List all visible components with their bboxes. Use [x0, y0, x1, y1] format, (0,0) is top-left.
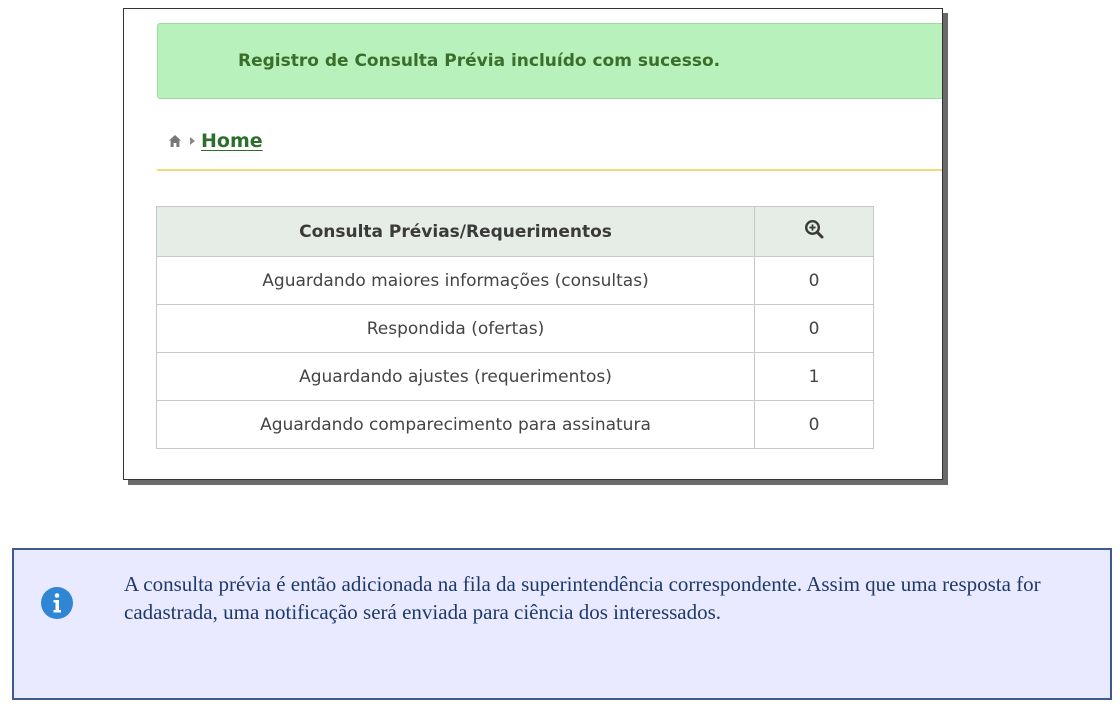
success-alert-message: Registro de Consulta Prévia incluído com…: [238, 51, 721, 71]
home-icon[interactable]: [168, 134, 182, 148]
breadcrumb-home-link[interactable]: Home: [201, 130, 263, 152]
info-icon: [40, 586, 74, 620]
row-label: Aguardando ajustes (requerimentos): [156, 352, 755, 401]
screenshot-frame: Registro de Consulta Prévia incluído com…: [123, 8, 943, 480]
zoom-in-icon[interactable]: [804, 219, 824, 244]
breadcrumb-separator-icon: [190, 137, 195, 145]
row-label: Respondida (ofertas): [156, 304, 755, 353]
column-header-consultas: Consulta Prévias/Requerimentos: [156, 206, 755, 257]
info-note-text: A consulta prévia é então adicionada na …: [124, 572, 1041, 624]
row-label: Aguardando comparecimento para assinatur…: [156, 400, 755, 449]
status-table: Consulta Prévias/Requerimentos Aguardand…: [156, 206, 874, 449]
row-count[interactable]: 0: [754, 256, 874, 305]
table-row[interactable]: Aguardando maiores informações (consulta…: [156, 256, 874, 305]
breadcrumb: Home: [168, 127, 263, 155]
success-alert: Registro de Consulta Prévia incluído com…: [157, 23, 942, 99]
row-label: Aguardando maiores informações (consulta…: [156, 256, 755, 305]
page: Registro de Consulta Prévia incluído com…: [0, 0, 1120, 712]
table-row[interactable]: Respondida (ofertas) 0: [156, 304, 874, 353]
table-row[interactable]: Aguardando ajustes (requerimentos) 1: [156, 352, 874, 401]
row-count[interactable]: 0: [754, 304, 874, 353]
breadcrumb-divider: [157, 169, 942, 171]
info-note: A consulta prévia é então adicionada na …: [12, 548, 1112, 700]
table-header-row: Consulta Prévias/Requerimentos: [156, 206, 874, 257]
row-count[interactable]: 1: [754, 352, 874, 401]
column-header-zoom: [754, 206, 874, 257]
table-row[interactable]: Aguardando comparecimento para assinatur…: [156, 400, 874, 449]
row-count[interactable]: 0: [754, 400, 874, 449]
